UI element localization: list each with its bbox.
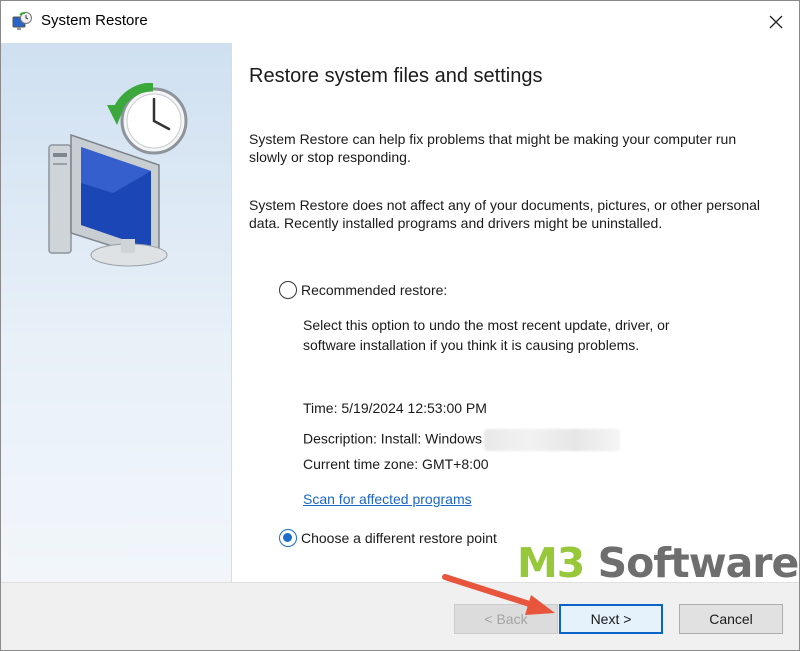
- intro-paragraph: System Restore can help fix problems tha…: [249, 131, 737, 165]
- different-restore-point-radio[interactable]: Choose a different restore point: [279, 529, 497, 547]
- radio-button-checked[interactable]: [279, 529, 297, 547]
- recommended-restore-radio[interactable]: Recommended restore:: [279, 281, 447, 299]
- next-button[interactable]: Next >: [559, 604, 663, 634]
- recommended-description: Select this option to undo the most rece…: [303, 317, 670, 353]
- blurred-text: [483, 429, 620, 451]
- page-title: Restore system files and settings: [249, 65, 543, 87]
- radio-button-unchecked[interactable]: [279, 281, 297, 299]
- system-restore-icon: [12, 12, 32, 30]
- content-area: Restore system files and settings System…: [233, 43, 799, 582]
- watermark-software: Software: [584, 539, 800, 587]
- close-icon: [769, 15, 783, 29]
- button-bar: < Back Next > Cancel: [1, 582, 799, 650]
- system-restore-window: System Restore Restore system files and …: [0, 0, 800, 651]
- back-button[interactable]: < Back: [454, 604, 558, 634]
- side-panel: [1, 43, 232, 582]
- watermark-m3: M3: [517, 539, 585, 587]
- cancel-button[interactable]: Cancel: [679, 604, 783, 634]
- m3-software-watermark: M3 Software: [517, 539, 800, 587]
- recommended-restore-label: Recommended restore:: [301, 282, 448, 298]
- computer-clock-icon: [48, 83, 188, 267]
- scan-affected-programs-link[interactable]: Scan for affected programs: [303, 491, 472, 507]
- note-paragraph: System Restore does not affect any of yo…: [249, 197, 761, 231]
- window-title: System Restore: [41, 12, 148, 29]
- restore-description: Description: Install: Windows: [303, 430, 482, 447]
- restore-description-row: Description: Install: Windows: [303, 429, 620, 451]
- different-restore-point-label: Choose a different restore point: [301, 530, 497, 546]
- restore-time: Time: 5/19/2024 12:53:00 PM: [303, 400, 487, 416]
- current-time-zone: Current time zone: GMT+8:00: [303, 456, 489, 472]
- close-button[interactable]: [753, 1, 799, 43]
- title-bar: System Restore: [1, 1, 799, 43]
